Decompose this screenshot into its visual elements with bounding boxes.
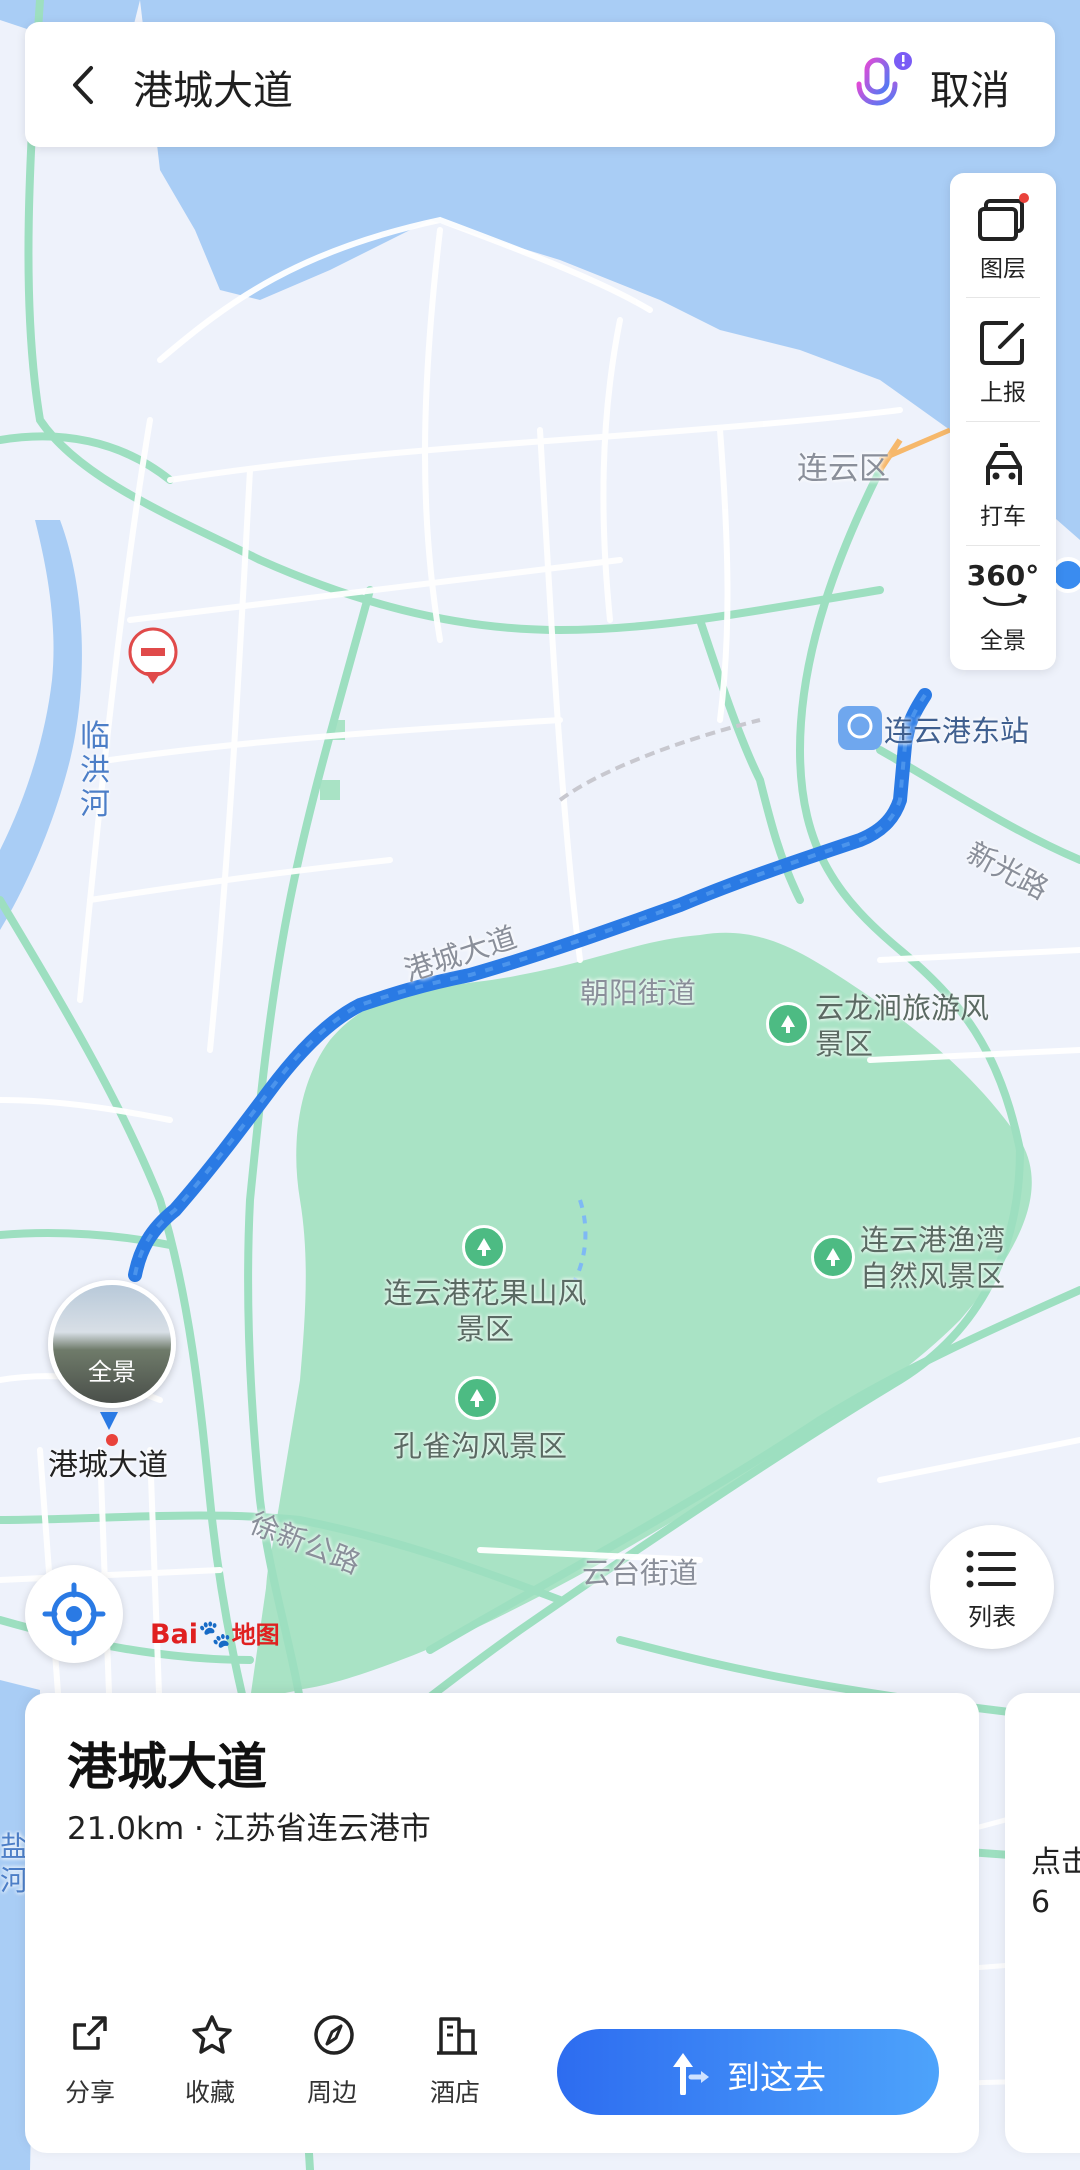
- poi-yunlongjian[interactable]: 云龙涧旅游风景区: [815, 990, 1005, 1062]
- map-toolbar: 图层 上报 打车 360° 全景: [950, 173, 1056, 670]
- search-bar[interactable]: 港城大道 取消: [25, 22, 1055, 147]
- hotel-icon: [437, 2017, 477, 2055]
- scenic-tree-icon[interactable]: [811, 1235, 855, 1279]
- poi-kongquegou[interactable]: 孔雀沟风景区: [380, 1428, 580, 1464]
- share-icon: [73, 2016, 107, 2050]
- list-button[interactable]: 列表: [930, 1525, 1054, 1649]
- panorama-360-icon: 360°: [966, 559, 1040, 592]
- street-view-label: 全景: [88, 1358, 136, 1386]
- poi-yuwan[interactable]: 连云港渔湾自然风景区: [860, 1222, 1020, 1294]
- locate-me-button[interactable]: [25, 1565, 123, 1663]
- hotel-label: 酒店: [429, 2078, 480, 2107]
- report-label: 上报: [980, 380, 1026, 406]
- back-arrow-icon[interactable]: [57, 58, 111, 112]
- scenic-tree-icon[interactable]: [766, 1002, 810, 1046]
- go-here-button[interactable]: 到这去: [557, 2029, 939, 2115]
- layers-icon: [978, 193, 1029, 241]
- scenic-tree-icon[interactable]: [455, 1376, 499, 1420]
- street-view-thumbnail[interactable]: 全景: [48, 1280, 176, 1408]
- layers-label: 图层: [980, 256, 1026, 282]
- poi-huaguoshan[interactable]: 连云港花果山风景区: [380, 1275, 590, 1347]
- turn-arrow-icon: [673, 2053, 709, 2095]
- taxi-icon: [986, 443, 1022, 485]
- compass-icon: [314, 2015, 354, 2055]
- next-card-text: 点击 6: [1031, 1845, 1080, 1920]
- place-name: 港城大道: [67, 1738, 267, 1796]
- place-card[interactable]: 港城大道 21.0km · 江苏省连云港市 分享 收藏 周边 酒店 到这去: [25, 1693, 979, 2153]
- map-label-river-left: 盐河: [0, 1830, 28, 1897]
- selected-road-label: 港城大道: [48, 1448, 168, 1483]
- next-place-card[interactable]: 点击 6: [1005, 1693, 1080, 2153]
- rotate-arrow-icon: [982, 593, 1028, 606]
- share-label: 分享: [64, 2078, 115, 2107]
- layers-button[interactable]: 图层: [950, 173, 1056, 293]
- taxi-label: 打车: [980, 504, 1026, 530]
- favorite-label: 收藏: [184, 2078, 235, 2107]
- map-label-river-linhong: 临洪河: [80, 719, 110, 822]
- place-meta: 21.0km · 江苏省连云港市: [67, 1811, 431, 1847]
- baidu-map-logo: Bai🐾地图: [150, 1619, 280, 1650]
- cancel-button[interactable]: 取消: [930, 58, 1010, 116]
- station-icon: [838, 706, 882, 750]
- map-label-street-yuntai: 云台街道: [582, 1556, 699, 1590]
- map-label-street-chaoyang: 朝阳街道: [580, 976, 697, 1010]
- map-label-district: 连云区: [797, 451, 890, 487]
- panorama-label: 全景: [980, 628, 1026, 654]
- pin-pointer-icon: [100, 1412, 118, 1430]
- panorama-button[interactable]: 360° 全景: [950, 545, 1056, 665]
- star-icon: [192, 2015, 232, 2054]
- map-label-station: 连云港东站: [884, 714, 1030, 748]
- nearby-label: 周边: [306, 2078, 357, 2107]
- list-icon: [966, 1550, 1016, 1588]
- list-label: 列表: [968, 1603, 1016, 1631]
- taxi-button[interactable]: 打车: [950, 421, 1056, 541]
- microphone-icon[interactable]: [845, 50, 915, 120]
- search-query[interactable]: 港城大道: [133, 58, 293, 116]
- report-edit-icon: [980, 321, 1024, 365]
- locate-icon: [42, 1582, 106, 1646]
- report-button[interactable]: 上报: [950, 297, 1056, 417]
- scenic-tree-icon[interactable]: [462, 1225, 506, 1269]
- go-here-label: 到这去: [727, 2058, 826, 2097]
